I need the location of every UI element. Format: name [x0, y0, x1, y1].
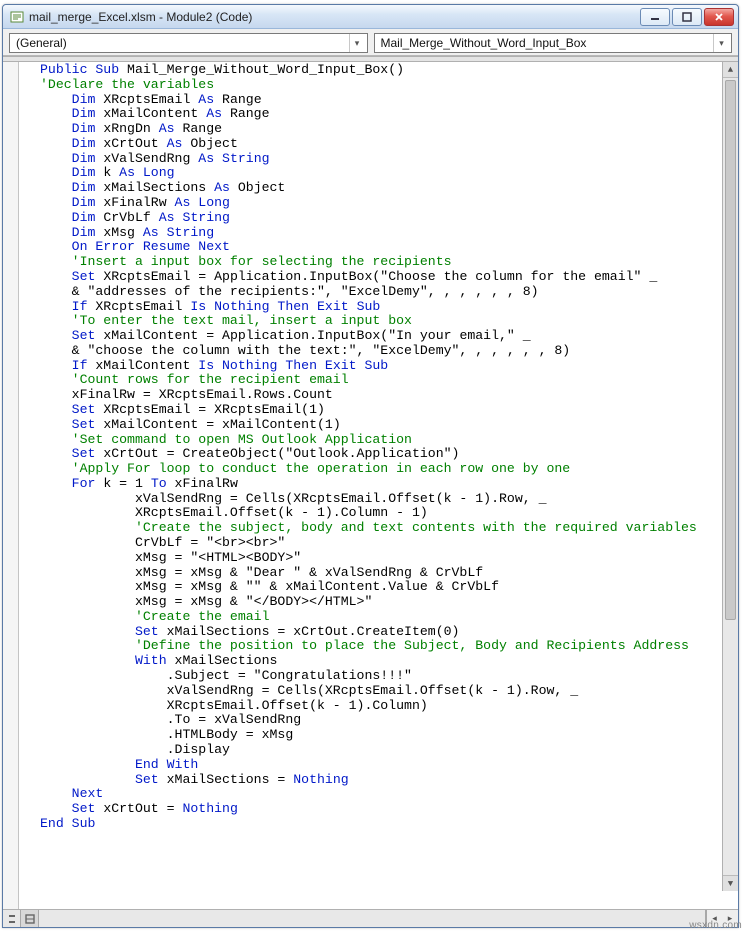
vertical-scrollbar[interactable]: ▲ ▼: [722, 62, 738, 891]
scroll-down-icon[interactable]: ▼: [723, 875, 738, 891]
chevron-down-icon: ▾: [713, 34, 729, 52]
scroll-up-icon[interactable]: ▲: [723, 62, 738, 78]
footer-bar: ◂ ▸: [3, 909, 738, 927]
titlebar[interactable]: mail_merge_Excel.xlsm - Module2 (Code): [3, 5, 738, 29]
procedure-dropdown[interactable]: Mail_Merge_Without_Word_Input_Box ▾: [374, 33, 733, 53]
close-button[interactable]: [704, 8, 734, 26]
object-dropdown[interactable]: (General) ▾: [9, 33, 368, 53]
full-module-view-button[interactable]: [21, 910, 39, 927]
module-icon: [9, 9, 25, 25]
code-editor[interactable]: Public Sub Mail_Merge_Without_Word_Input…: [3, 62, 738, 909]
scroll-thumb[interactable]: [725, 80, 736, 620]
watermark: wsxdn.com: [689, 920, 742, 931]
object-dropdown-value: (General): [16, 36, 67, 50]
minimize-button[interactable]: [640, 8, 670, 26]
horizontal-scrollbar[interactable]: [39, 910, 706, 927]
procedure-dropdown-value: Mail_Merge_Without_Word_Input_Box: [381, 36, 587, 50]
window-title: mail_merge_Excel.xlsm - Module2 (Code): [29, 10, 640, 24]
chevron-down-icon: ▾: [349, 34, 365, 52]
procedure-view-button[interactable]: [3, 910, 21, 927]
code-window: mail_merge_Excel.xlsm - Module2 (Code) (…: [2, 4, 739, 928]
maximize-button[interactable]: [672, 8, 702, 26]
code-text[interactable]: Public Sub Mail_Merge_Without_Word_Input…: [40, 63, 736, 832]
dropdown-row: (General) ▾ Mail_Merge_Without_Word_Inpu…: [3, 29, 738, 56]
